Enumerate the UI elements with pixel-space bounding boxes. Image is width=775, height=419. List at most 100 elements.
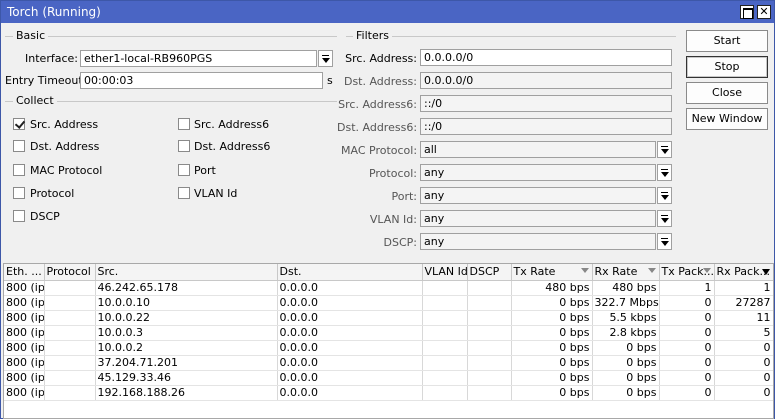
table-row[interactable]: 800 (ip)10.0.0.20.0.0.00 bps0 bps00 <box>4 340 773 356</box>
table-row[interactable]: 800 (ip)45.129.33.460.0.0.00 bps0 bps00 <box>4 370 773 386</box>
collect-dscp-checkbox[interactable] <box>13 210 25 222</box>
column-header-dscp[interactable]: DSCP <box>467 264 512 281</box>
column-menu-arrow-icon[interactable] <box>761 269 770 275</box>
table-cell: 2.8 kbps <box>592 325 660 341</box>
protocol-label: Protocol: <box>368 167 417 180</box>
collect-src-address6-label: Src. Address6 <box>194 118 270 131</box>
vlan-id-select[interactable]: any <box>420 210 656 227</box>
protocol-select[interactable]: any <box>420 164 656 181</box>
table-row[interactable]: 800 (ip) 10.0.0.30.0.0.0 0 bps2.8 kbps05 <box>4 325 773 341</box>
collect-src-address6-checkbox[interactable] <box>178 118 190 130</box>
table-cell <box>467 370 512 386</box>
table-cell: 0.0.0.0 <box>277 340 423 356</box>
title-bar[interactable]: Torch (Running) ✕ <box>1 1 774 23</box>
table-cell: 5.5 kbps <box>592 310 660 326</box>
table-cell: 0 bps <box>592 370 660 386</box>
table-cell: 800 (ip) <box>4 280 45 296</box>
column-header-rx-rate[interactable]: Rx Rate <box>592 264 660 281</box>
table-cell <box>467 340 512 356</box>
column-header-rx-packets[interactable]: Rx Pack... <box>714 264 773 281</box>
column-header-vlan-id[interactable]: VLAN Id <box>422 264 468 281</box>
table-cell <box>467 325 512 341</box>
collect-group-label: Collect <box>13 94 57 107</box>
table-cell: 0 <box>714 370 773 386</box>
column-header-src[interactable]: Src. <box>95 264 278 281</box>
table-cell <box>467 280 512 296</box>
table-cell: 10.0.0.2 <box>95 340 278 356</box>
mac-protocol-label: MAC Protocol: <box>341 144 418 157</box>
table-row[interactable]: 800 (ip)37.204.71.2010.0.0.00 bps0 bps00 <box>4 355 773 371</box>
column-header-protocol[interactable]: Protocol <box>44 264 96 281</box>
table-cell: 0.0.0.0 <box>277 295 423 311</box>
collect-src-address-checkbox[interactable] <box>13 118 25 130</box>
protocol-dropdown-icon[interactable] <box>657 164 672 181</box>
collect-src-address-label: Src. Address <box>30 118 99 131</box>
table-cell: 10.0.0.3 <box>95 325 278 341</box>
close-icon[interactable]: ✕ <box>757 5 771 19</box>
torch-window: Torch (Running) ✕ Basic Interface: ether… <box>0 0 775 419</box>
table-cell: 10.0.0.10 <box>95 295 278 311</box>
dst-address6-field[interactable]: ::/0 <box>420 118 672 135</box>
collect-protocol-checkbox[interactable] <box>13 187 25 199</box>
collect-dst-address-checkbox[interactable] <box>13 140 25 152</box>
collect-dst-address6-checkbox[interactable] <box>178 140 190 152</box>
table-row[interactable]: 800 (ip) 10.0.0.220.0.0.0 0 bps5.5 kbps011 <box>4 310 773 326</box>
table-cell: 800 (ip) <box>4 295 45 311</box>
collect-port-label: Port <box>194 164 216 177</box>
table-cell <box>44 310 96 326</box>
new-window-button[interactable]: New Window <box>686 108 768 130</box>
src-address-field[interactable]: 0.0.0.0/0 <box>420 49 672 66</box>
column-header-tx-packets[interactable]: Tx Pack... <box>659 264 715 281</box>
basic-group-label: Basic <box>13 29 49 42</box>
src-address6-label: Src. Address6: <box>338 98 417 111</box>
entry-timeout-unit: s <box>327 74 333 87</box>
entry-timeout-field[interactable]: 00:00:03 <box>80 72 323 89</box>
collect-dst-address-label: Dst. Address <box>30 140 100 153</box>
interface-select[interactable]: ether1-local-RB960PGS <box>80 50 317 67</box>
column-header-eth[interactable]: Eth. ... <box>4 264 45 281</box>
collect-mac-protocol-label: MAC Protocol <box>30 164 103 177</box>
table-row[interactable]: 800 (ip) 46.242.65.1780.0.0.0 480 bps480 b… <box>4 280 773 296</box>
start-button[interactable]: Start <box>686 30 768 52</box>
port-select[interactable]: any <box>420 187 656 204</box>
table-cell <box>467 295 512 311</box>
src-address-label: Src. Address: <box>345 52 417 65</box>
table-cell: 5 <box>714 325 773 341</box>
table-cell: 0 <box>714 385 773 401</box>
dst-address-label: Dst. Address: <box>343 75 417 88</box>
table-cell: 0 bps <box>592 385 660 401</box>
filters-group-label: Filters <box>353 29 392 42</box>
table-cell <box>44 370 96 386</box>
port-dropdown-icon[interactable] <box>657 187 672 204</box>
table-cell <box>467 385 512 401</box>
collect-dst-address6-label: Dst. Address6 <box>194 140 271 153</box>
table-row[interactable]: 800 (ip) 10.0.0.100.0.0.0 0 bps322.7 Mbps0… <box>4 295 773 311</box>
mac-protocol-dropdown-icon[interactable] <box>657 141 672 158</box>
stop-button[interactable]: Stop <box>686 56 768 78</box>
mac-protocol-select[interactable]: all <box>420 141 656 158</box>
table-row[interactable]: 800 (ip)192.168.188.260.0.0.00 bps0 bps0… <box>4 385 773 401</box>
collect-port-checkbox[interactable] <box>178 164 190 176</box>
table-cell: 0 <box>659 310 715 326</box>
src-address6-field[interactable]: ::/0 <box>420 95 672 112</box>
column-header-label: Eth. ... <box>6 265 42 279</box>
collect-mac-protocol-checkbox[interactable] <box>13 164 25 176</box>
column-header-dst[interactable]: Dst. <box>277 264 423 281</box>
collect-vlan-id-checkbox[interactable] <box>178 187 190 199</box>
table-cell: 0 <box>659 340 715 356</box>
dscp-select[interactable]: any <box>420 233 656 250</box>
table-cell: 0 <box>659 295 715 311</box>
torch-results-table[interactable]: Eth. ... Protocol Src. Dst. VLAN Id DSCP… <box>3 263 774 419</box>
table-cell <box>422 355 468 371</box>
close-button[interactable]: Close <box>686 82 768 104</box>
column-header-tx-rate[interactable]: Tx Rate <box>511 264 593 281</box>
table-cell: 0 bps <box>592 355 660 371</box>
table-cell <box>422 340 468 356</box>
table-cell: 0.0.0.0 <box>277 280 423 296</box>
interface-dropdown-icon[interactable] <box>318 50 333 67</box>
vlan-id-dropdown-icon[interactable] <box>657 210 672 227</box>
table-cell: 0.0.0.0 <box>277 385 423 401</box>
dscp-dropdown-icon[interactable] <box>657 233 672 250</box>
dst-address-field[interactable]: 0.0.0.0/0 <box>420 72 672 89</box>
maximize-icon[interactable] <box>740 5 754 19</box>
